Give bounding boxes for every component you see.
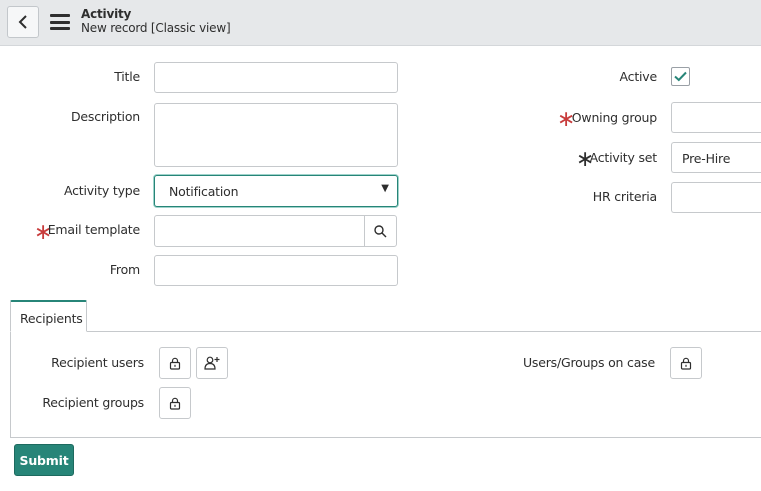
lock-icon [169,397,181,410]
checkmark-icon [674,71,687,82]
add-me-button[interactable] [196,347,228,379]
email-template-field[interactable] [154,215,365,247]
from-label: From [109,262,140,277]
activity-type-value: Notification [169,184,239,199]
form-header: Activity New record [Classic view] [0,0,761,46]
users-groups-on-case-unlock-button[interactable] [670,347,702,379]
page-subtitle: New record [Classic view] [81,21,231,35]
email-template-lookup-button[interactable] [364,215,397,247]
hr-criteria-field[interactable] [671,182,761,213]
owning-group-label: Owning group [571,110,657,125]
activity-type-label: Activity type [63,183,140,198]
owning-group-field[interactable] [671,102,761,133]
caret-down-icon: ▼ [381,183,389,194]
tab-recipients[interactable]: Recipients [10,300,87,332]
recipients-tab-panel [10,331,761,438]
recipient-users-unlock-button[interactable] [159,347,191,379]
description-label: Description [71,109,140,124]
activity-type-select[interactable]: Notification ▼ [154,175,398,207]
activity-set-label: Activity set [589,150,658,165]
title-field[interactable] [154,62,398,93]
activity-set-field[interactable]: Pre-Hire [671,142,761,173]
hamburger-menu-icon[interactable] [50,14,70,30]
page-title: Activity [81,7,132,21]
lock-icon [680,357,692,370]
active-checkbox[interactable] [671,67,690,86]
email-template-label: Email template [47,222,140,237]
recipient-groups-unlock-button[interactable] [159,387,191,419]
tab-recipients-label: Recipients [20,311,83,326]
users-groups-on-case-label: Users/Groups on case [522,355,655,370]
back-button[interactable] [7,6,39,38]
from-field[interactable] [154,255,398,286]
title-label: Title [114,69,140,84]
recipient-users-label: Recipient users [51,355,144,370]
add-user-icon [204,356,220,370]
chevron-left-icon [18,15,27,29]
active-label: Active [619,69,658,84]
lock-icon [169,357,181,370]
submit-button[interactable]: Submit [14,444,74,476]
recipient-groups-label: Recipient groups [42,395,144,410]
description-field[interactable] [154,103,398,167]
activity-set-field-value: Pre-Hire [682,151,731,166]
search-icon [374,224,387,237]
hr-criteria-label: HR criteria [592,189,657,204]
